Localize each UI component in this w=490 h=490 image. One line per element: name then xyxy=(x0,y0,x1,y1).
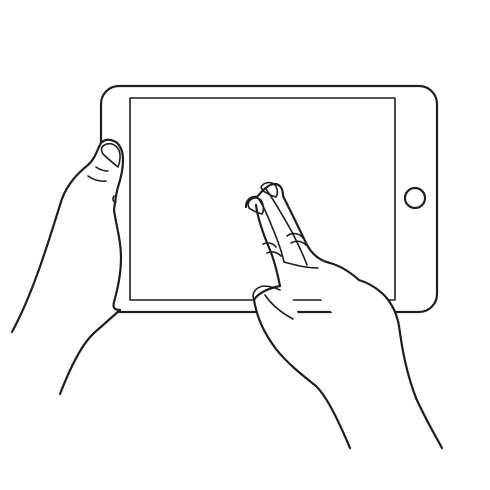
tablet-gesture-illustration xyxy=(10,84,444,450)
left-hand-outline xyxy=(10,138,125,396)
illustration-canvas xyxy=(0,0,490,490)
left-hand xyxy=(10,138,125,396)
home-button-icon[interactable] xyxy=(403,186,427,210)
